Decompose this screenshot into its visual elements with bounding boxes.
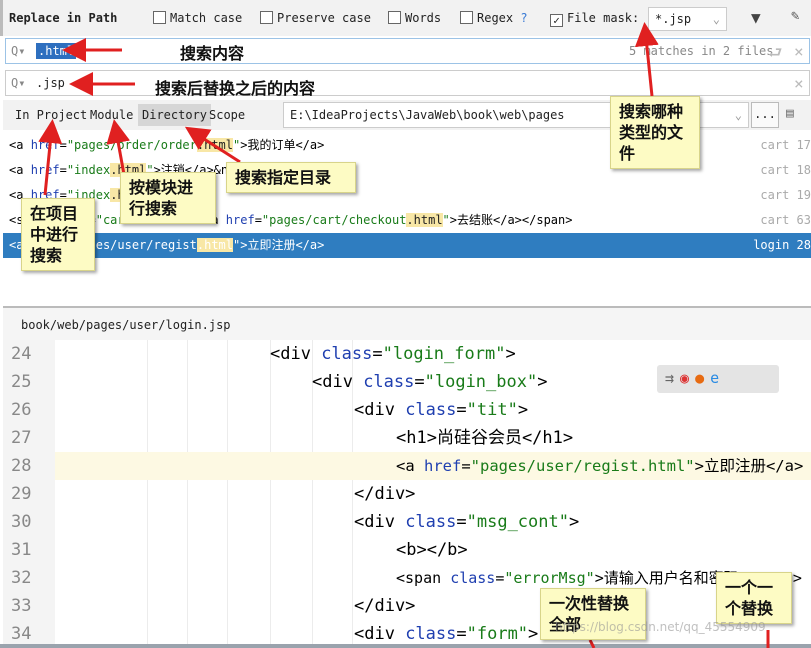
annotation-file-type: 搜索哪种类型的文件 xyxy=(610,96,700,169)
arrow-directory xyxy=(184,126,241,164)
annotation-replace-content: 搜索后替换之后的内容 xyxy=(155,79,316,98)
arrow-project xyxy=(38,119,63,196)
annotation-module: 按模块进行搜索 xyxy=(120,172,216,224)
annotation-directory: 搜索指定目录 xyxy=(226,162,356,193)
annotation-search-content: 搜索内容 xyxy=(180,44,245,63)
annotation-replace-one: 一个一个替换 xyxy=(716,572,792,624)
arrow-file-mask xyxy=(634,22,659,97)
annotation-project: 在项目中进行搜索 xyxy=(21,198,95,271)
arrow-replace-all xyxy=(588,639,596,648)
watermark: https://blog.csdn.net/qq_45554909 xyxy=(555,620,766,634)
